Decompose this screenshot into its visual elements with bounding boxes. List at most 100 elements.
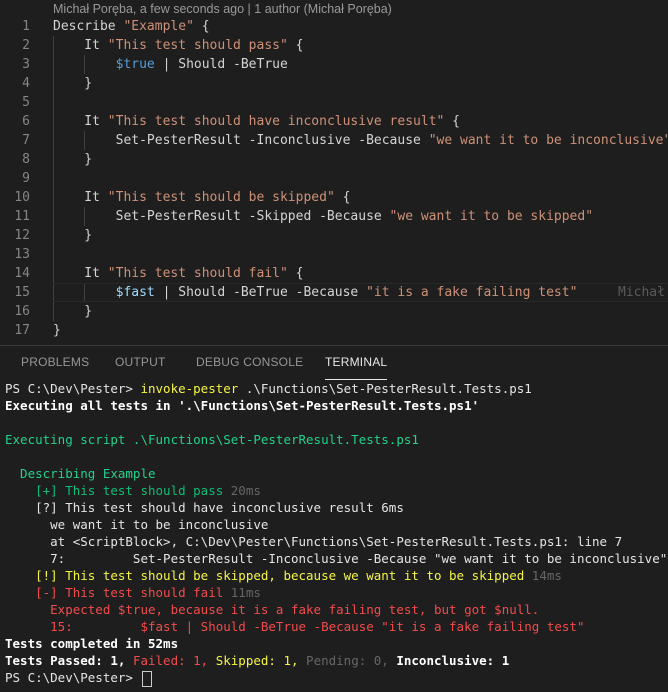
code-token: "This test should pass": [107, 38, 288, 53]
code-line[interactable]: 12 }: [0, 226, 668, 245]
terminal-cursor: [142, 670, 153, 687]
code-line[interactable]: 13: [0, 245, 668, 264]
code-line[interactable]: 8 }: [0, 150, 668, 169]
code-token: {: [287, 266, 304, 281]
code-token: | Should -BeTrue: [154, 57, 288, 72]
code-line[interactable]: 4 }: [0, 74, 668, 93]
code-token: | Should -BeTrue -Because: [154, 285, 367, 300]
code-line[interactable]: 7 Set-PesterResult -Inconclusive -Becaus…: [0, 131, 668, 150]
code-text: It "This test should fail" {: [53, 264, 303, 283]
code-line[interactable]: 11 Set-PesterResult -Skipped -Because "w…: [0, 207, 668, 226]
terminal-text: PS C:\Dev\Pester>: [5, 670, 141, 685]
line-number: 7: [22, 133, 30, 148]
code-token: It: [53, 190, 108, 205]
tab-debug-console[interactable]: DEBUG CONSOLE: [196, 355, 303, 369]
code-token: Set-PesterResult -Inconclusive -Because: [53, 133, 429, 148]
terminal-text: we want it to be inconclusive: [5, 517, 269, 532]
inline-blame-hint: Michał: [618, 285, 665, 300]
code-token: "This test should be skipped": [107, 190, 335, 205]
line-number: 4: [22, 76, 30, 91]
code-text: $true | Should -BeTrue: [53, 55, 288, 74]
code-text: }: [53, 226, 92, 245]
code-line[interactable]: 3 $true | Should -BeTrue: [0, 55, 668, 74]
line-number: 2: [22, 38, 30, 53]
line-number: 13: [14, 247, 30, 262]
terminal-text: [-] This test should fail: [5, 585, 224, 600]
code-line[interactable]: 1 Describe "Example" {: [0, 17, 668, 36]
code-token: }: [53, 304, 93, 319]
terminal-text: invoke-pester: [140, 381, 239, 396]
code-token: $fast: [115, 285, 155, 300]
code-line[interactable]: 17}: [0, 321, 668, 340]
terminal-text: PS C:\Dev\Pester>: [5, 381, 141, 396]
code-token: It: [53, 266, 108, 281]
terminal-text: Tests completed in 52ms: [5, 636, 179, 651]
terminal-text: [?] This test should have inconclusive r…: [5, 500, 404, 515]
code-token: "it is a fake failing test": [366, 285, 578, 300]
terminal-text: Inconclusive: 1: [396, 653, 510, 668]
code-text: }: [53, 74, 92, 93]
code-token: "we want it to be skipped": [389, 209, 594, 224]
terminal-line: 7: Set-PesterResult -Inconclusive -Becau…: [5, 550, 667, 567]
code-line[interactable]: 15 $fast | Should -BeTrue -Because "it i…: [0, 283, 668, 302]
line-number: 5: [22, 95, 30, 110]
terminal-text: Skipped: 1,: [215, 653, 307, 668]
terminal-text: Tests Passed: 1,: [5, 653, 133, 668]
code-line[interactable]: 10 It "This test should be skipped" {: [0, 188, 668, 207]
line-number: 14: [14, 266, 30, 281]
code-text: Describe "Example" {: [53, 17, 210, 36]
terminal-line: PS C:\Dev\Pester>: [5, 669, 153, 687]
terminal-text: .\Functions\Set-PesterResult.Tests.ps1: [238, 381, 532, 396]
line-number: 9: [22, 171, 30, 186]
line-number: 17: [14, 323, 30, 338]
code-token: }: [53, 228, 93, 243]
terminal-line: [!] This test should be skipped, because…: [5, 567, 562, 584]
code-token: }: [53, 76, 93, 91]
code-token: "we want it to be inconclusive": [428, 133, 668, 148]
code-text: $fast | Should -BeTrue -Because "it is a…: [53, 283, 578, 302]
code-line[interactable]: 2 It "This test should pass" {: [0, 36, 668, 55]
code-token: }: [53, 152, 93, 167]
code-line[interactable]: 6 It "This test should have inconclusive…: [0, 112, 668, 131]
code-text: Set-PesterResult -Skipped -Because "we w…: [53, 207, 593, 226]
code-text: Set-PesterResult -Inconclusive -Because …: [53, 131, 668, 150]
code-line[interactable]: 9: [0, 169, 668, 188]
terminal-text: Describing Example: [5, 466, 156, 481]
terminal-line: [-] This test should fail 11ms: [5, 584, 261, 601]
code-token: It: [53, 114, 108, 129]
code-text: It "This test should have inconclusive r…: [53, 112, 460, 131]
terminal-line: [?] This test should have inconclusive r…: [5, 499, 404, 516]
code-token: $true: [115, 57, 155, 72]
terminal-text: [+] This test should pass: [5, 483, 224, 498]
code-line[interactable]: 16 }: [0, 302, 668, 321]
terminal-line: Tests completed in 52ms: [5, 635, 178, 652]
tab-terminal[interactable]: TERMINAL: [325, 355, 387, 369]
code-text: }: [53, 302, 92, 321]
panel-tab-bar: PROBLEMS OUTPUT DEBUG CONSOLE TERMINAL: [0, 346, 668, 380]
tab-output[interactable]: OUTPUT: [115, 355, 166, 369]
tab-problems[interactable]: PROBLEMS: [21, 355, 89, 369]
terminal-text: 11ms: [223, 585, 261, 600]
terminal-line: Tests Passed: 1, Failed: 1, Skipped: 1, …: [5, 652, 509, 669]
line-number: 8: [22, 152, 30, 167]
line-number: 6: [22, 114, 30, 129]
terminal-line: we want it to be inconclusive: [5, 516, 268, 533]
terminal-text: 7: Set-PesterResult -Inconclusive -Becau…: [5, 551, 668, 566]
terminal-line: PS C:\Dev\Pester> invoke-pester .\Functi…: [5, 380, 532, 397]
code-text: It "This test should pass" {: [53, 36, 303, 55]
code-token: {: [444, 114, 460, 129]
terminal-text: 20ms: [223, 483, 261, 498]
terminal-text: Executing script .\Functions\Set-PesterR…: [5, 432, 419, 447]
code-line[interactable]: 5: [0, 93, 668, 112]
terminal-text: [!] This test should be skipped, because…: [5, 568, 525, 583]
terminal-text: at <ScriptBlock>, C:\Dev\Pester\Function…: [5, 534, 623, 549]
code-token: "This test should fail": [107, 266, 288, 281]
terminal-text: 14ms: [524, 568, 562, 583]
code-token: Describe: [53, 19, 124, 34]
terminal-line: [+] This test should pass 20ms: [5, 482, 261, 499]
terminal-text: Executing all tests in '.\Functions\Set-…: [5, 398, 480, 413]
code-text: }: [53, 321, 61, 340]
code-line[interactable]: 14 It "This test should fail" {: [0, 264, 668, 283]
